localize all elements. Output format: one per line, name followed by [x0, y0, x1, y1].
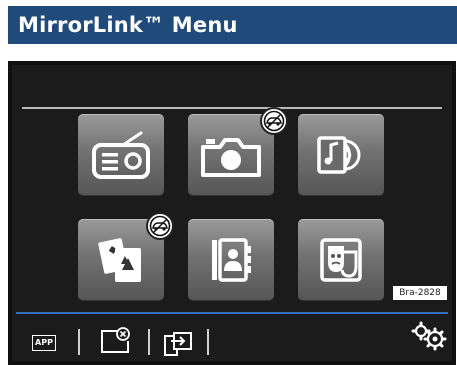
- radio-tile[interactable]: [78, 114, 164, 196]
- figure-reference: Bra-2828: [393, 286, 447, 300]
- bottom-bar: APP: [20, 319, 447, 356]
- settings-icon[interactable]: [411, 321, 447, 351]
- close-app-icon[interactable]: [98, 327, 132, 355]
- contacts-tile[interactable]: [188, 219, 274, 301]
- media-icon: [317, 136, 361, 174]
- driving-restricted-badge: [146, 212, 174, 240]
- mirrorlink-screen: APP: [8, 61, 456, 365]
- divider: [148, 329, 150, 355]
- divider: [207, 329, 209, 355]
- contacts-icon: [212, 238, 251, 282]
- driving-restricted-icon: [149, 215, 171, 237]
- bottom-accent-line: [16, 312, 448, 314]
- divider: [78, 329, 80, 355]
- page-title: MirrorLink™ Menu: [8, 6, 457, 44]
- switch-app-icon[interactable]: [162, 331, 194, 357]
- cards-game-icon: [98, 238, 141, 282]
- media-tile[interactable]: [298, 114, 384, 196]
- theater-tile[interactable]: [298, 219, 384, 301]
- camera-icon: [201, 138, 261, 177]
- driving-restricted-icon: [263, 110, 285, 132]
- theater-icon: [320, 238, 362, 282]
- radio-icon: [92, 131, 150, 179]
- driving-restricted-badge: [260, 107, 288, 135]
- app-button[interactable]: APP: [32, 335, 56, 351]
- top-divider: [22, 107, 442, 109]
